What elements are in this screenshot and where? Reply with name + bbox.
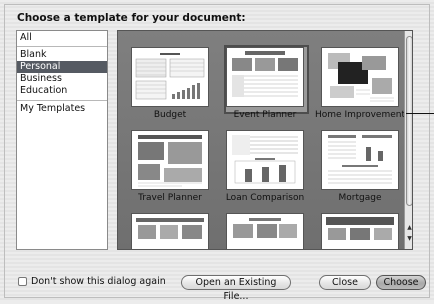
category-item-all[interactable]: All (17, 32, 107, 44)
template-gallery[interactable]: Budget Event Planner Home Improvement Tr… (117, 30, 413, 250)
template-thumbnail (131, 47, 209, 107)
scroll-up-icon[interactable]: ▲ (405, 223, 412, 233)
category-item-business[interactable]: Business (17, 73, 107, 85)
category-item-my-templates[interactable]: My Templates (17, 103, 107, 115)
template-thumbnail (321, 213, 399, 249)
dialog-title: Choose a template for your document: (17, 12, 246, 24)
category-list[interactable]: All Blank Personal Business Education My… (16, 30, 108, 250)
template-label: Mortgage (338, 193, 382, 203)
template-thumbnail (226, 130, 304, 190)
template-label: Event Planner (233, 110, 297, 120)
template-thumbnail (321, 47, 399, 107)
category-item-personal[interactable]: Personal (17, 61, 107, 73)
gallery-content: Budget Event Planner Home Improvement Tr… (118, 31, 405, 249)
category-divider (17, 46, 107, 47)
template-label: Travel Planner (138, 193, 202, 203)
scroll-down-icon[interactable]: ▼ (405, 234, 412, 244)
template-label: Budget (153, 110, 187, 120)
dont-show-label[interactable]: Don't show this dialog again (31, 276, 166, 287)
close-button[interactable]: Close (319, 275, 371, 290)
template-thumbnail (131, 213, 209, 249)
category-divider (17, 100, 107, 101)
choose-button[interactable]: Choose (376, 275, 426, 290)
template-thumbnail (321, 130, 399, 190)
category-item-blank[interactable]: Blank (17, 49, 107, 61)
category-item-education[interactable]: Education (17, 85, 107, 97)
template-thumbnail (226, 213, 304, 249)
dont-show-checkbox[interactable] (18, 277, 27, 286)
scrollbar-thumb[interactable] (406, 36, 412, 206)
template-label: Loan Comparison (225, 193, 305, 203)
template-thumbnail (226, 47, 304, 107)
template-thumbnail (131, 130, 209, 190)
template-label: Home Improvement (315, 110, 405, 120)
open-existing-file-button[interactable]: Open an Existing File... (181, 275, 291, 302)
callout-line (406, 113, 434, 114)
gallery-scrollbar[interactable]: ▲ ▼ (404, 31, 412, 249)
